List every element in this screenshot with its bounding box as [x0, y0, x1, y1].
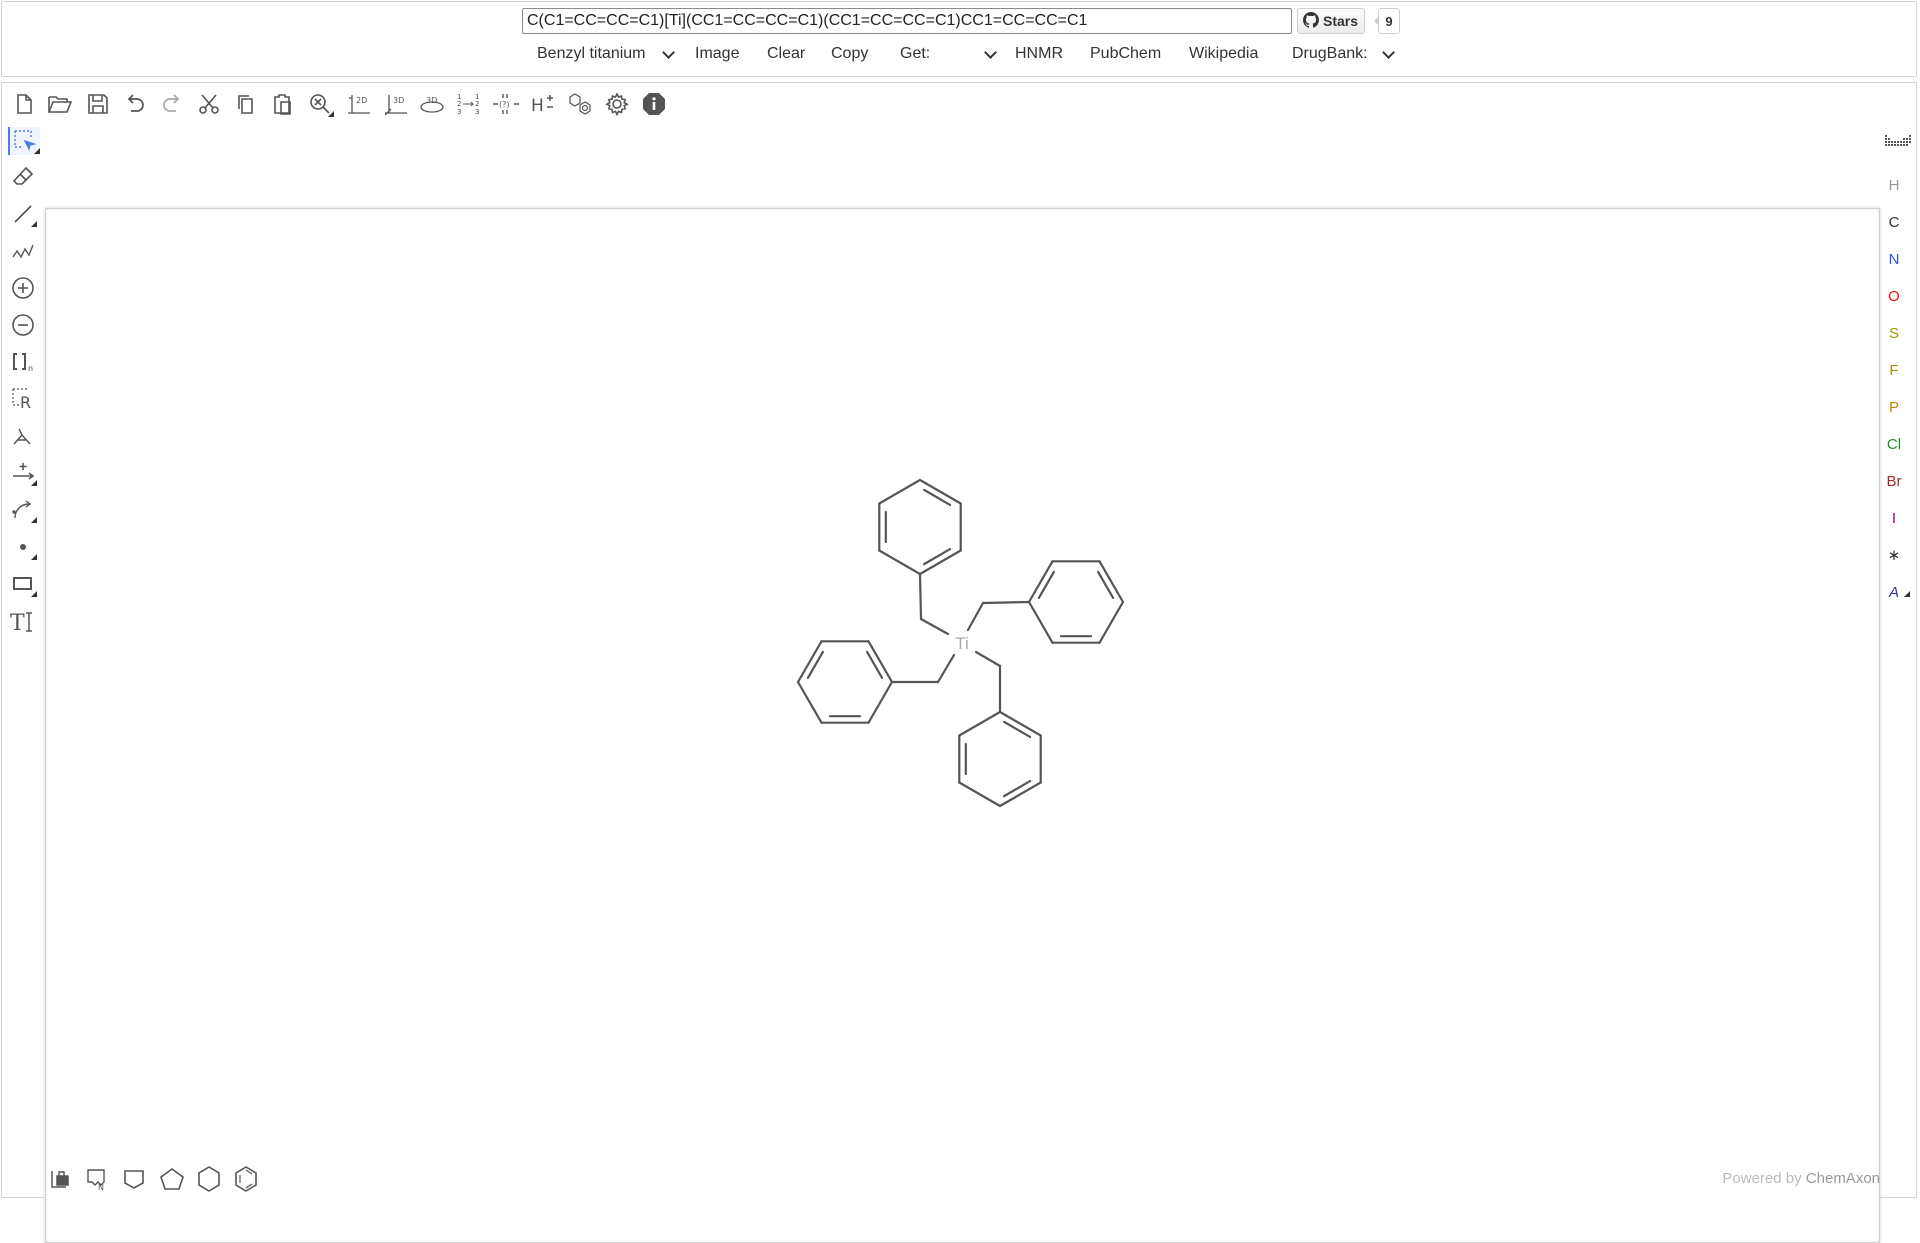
svg-text:2D: 2D: [356, 96, 367, 105]
image-button[interactable]: Image: [695, 44, 739, 64]
benzene-icon[interactable]: [232, 1165, 260, 1193]
atom-button-p[interactable]: P: [1882, 399, 1906, 417]
github-stars-label: Stars: [1323, 13, 1359, 29]
get-select-value: Get:: [900, 45, 931, 62]
svg-text:2: 2: [457, 100, 461, 108]
open-folder-icon[interactable]: [46, 90, 74, 118]
cyclohexane-icon[interactable]: [195, 1165, 223, 1193]
rectangle-shape-icon[interactable]: [9, 570, 37, 598]
cyclopentane-icon[interactable]: [158, 1165, 186, 1193]
eraser-icon[interactable]: [9, 163, 37, 191]
svg-text:(?): (?): [499, 100, 510, 109]
marvin-editor: 2D 3D 3D 123123 (?) H n R T H C N O S F …: [1, 82, 1917, 1243]
radical-dot-icon[interactable]: [9, 533, 37, 561]
github-stars-button[interactable]: Stars: [1297, 8, 1366, 34]
redo-icon[interactable]: [158, 90, 186, 118]
chevron-down-icon: [1381, 45, 1395, 59]
about-info-icon[interactable]: [640, 90, 668, 118]
charge-plus-icon[interactable]: [9, 274, 37, 302]
atom-button-i[interactable]: I: [1882, 510, 1906, 528]
clear-button[interactable]: Clear: [767, 44, 805, 64]
svg-text:T: T: [10, 611, 25, 634]
drugbank-select[interactable]: DrugBank:: [1292, 44, 1395, 64]
atom-button-a[interactable]: A: [1882, 584, 1906, 602]
svg-text:H: H: [531, 96, 544, 116]
smiles-input[interactable]: [522, 8, 1292, 34]
wikipedia-link[interactable]: Wikipedia: [1189, 44, 1258, 64]
atom-button-h[interactable]: H: [1882, 177, 1906, 195]
paste-icon[interactable]: [269, 90, 297, 118]
atom-button-c[interactable]: C: [1882, 214, 1906, 232]
r-group-icon[interactable]: R: [9, 385, 37, 413]
github-icon: [1303, 11, 1320, 31]
zoom-icon[interactable]: [306, 90, 334, 118]
cut-icon[interactable]: [195, 90, 223, 118]
attachment-point-icon[interactable]: [9, 422, 37, 450]
atom-button-n[interactable]: N: [1882, 251, 1906, 269]
molecule-select[interactable]: Benzyl titanium: [537, 44, 675, 64]
atom-button-s[interactable]: S: [1882, 325, 1906, 343]
cyclobutane-icon[interactable]: [120, 1165, 148, 1193]
svg-text:2: 2: [475, 100, 479, 108]
chain-icon[interactable]: [9, 237, 37, 265]
text-tool-icon[interactable]: T: [9, 607, 37, 635]
chevron-down-icon: [984, 45, 998, 59]
svg-text:3D: 3D: [393, 96, 404, 105]
chemaxon-brand: ChemAxon: [1805, 1170, 1880, 1187]
periodic-table-icon[interactable]: [1884, 127, 1912, 155]
3d-view-icon[interactable]: 3D: [418, 90, 446, 118]
aromatize-icon[interactable]: [566, 90, 594, 118]
charge-minus-icon[interactable]: [9, 311, 37, 339]
svg-text:3D: 3D: [426, 96, 437, 105]
atom-button-cl[interactable]: Cl: [1882, 436, 1906, 454]
pubchem-link[interactable]: PubChem: [1090, 44, 1161, 64]
atom-button-f[interactable]: F: [1882, 362, 1906, 380]
drugbank-select-value: DrugBank:: [1292, 45, 1368, 62]
powered-by-label: Powered by ChemAxon: [1722, 1170, 1880, 1187]
sgroup-bracket-icon[interactable]: n: [9, 348, 37, 376]
curved-arrow-icon[interactable]: [9, 496, 37, 524]
drawing-canvas[interactable]: [45, 208, 1880, 1243]
get-select[interactable]: Get:: [900, 44, 998, 64]
add-hydrogens-icon[interactable]: H: [529, 90, 557, 118]
settings-gear-icon[interactable]: [603, 90, 631, 118]
svg-text:n: n: [28, 364, 33, 373]
github-stars-count[interactable]: 9: [1374, 8, 1400, 34]
copy-icon[interactable]: [232, 90, 260, 118]
clean-2d-icon[interactable]: 2D: [344, 90, 372, 118]
atom-button-any[interactable]: ∗: [1882, 547, 1906, 565]
chevron-down-icon: [661, 45, 675, 59]
select-tool-icon[interactable]: [8, 127, 40, 155]
atom-button-o[interactable]: O: [1882, 288, 1906, 306]
powered-by-prefix: Powered by: [1722, 1170, 1802, 1187]
hnmr-link[interactable]: HNMR: [1015, 44, 1063, 64]
templates-icon[interactable]: [46, 1165, 74, 1193]
amino-acids-icon[interactable]: N: [83, 1165, 111, 1193]
check-structure-icon[interactable]: (?): [492, 90, 520, 118]
new-document-icon[interactable]: [10, 90, 38, 118]
undo-icon[interactable]: [121, 90, 149, 118]
copy-button[interactable]: Copy: [831, 44, 868, 64]
molecule-select-value: Benzyl titanium: [537, 45, 646, 62]
atom-list-corner-icon: [1904, 591, 1910, 597]
svg-text:R: R: [20, 393, 31, 411]
atom-button-br[interactable]: Br: [1882, 473, 1906, 491]
svg-text:3: 3: [457, 108, 461, 116]
auto-map-icon[interactable]: 123123: [455, 90, 483, 118]
clean-3d-icon[interactable]: 3D: [381, 90, 409, 118]
reaction-arrow-icon[interactable]: [9, 459, 37, 487]
svg-text:N: N: [98, 1183, 104, 1191]
header-bar: Stars 9 Benzyl titanium Image Clear Copy…: [1, 1, 1917, 77]
svg-text:3: 3: [475, 108, 479, 116]
single-bond-icon[interactable]: [9, 200, 37, 228]
save-icon[interactable]: [84, 90, 112, 118]
